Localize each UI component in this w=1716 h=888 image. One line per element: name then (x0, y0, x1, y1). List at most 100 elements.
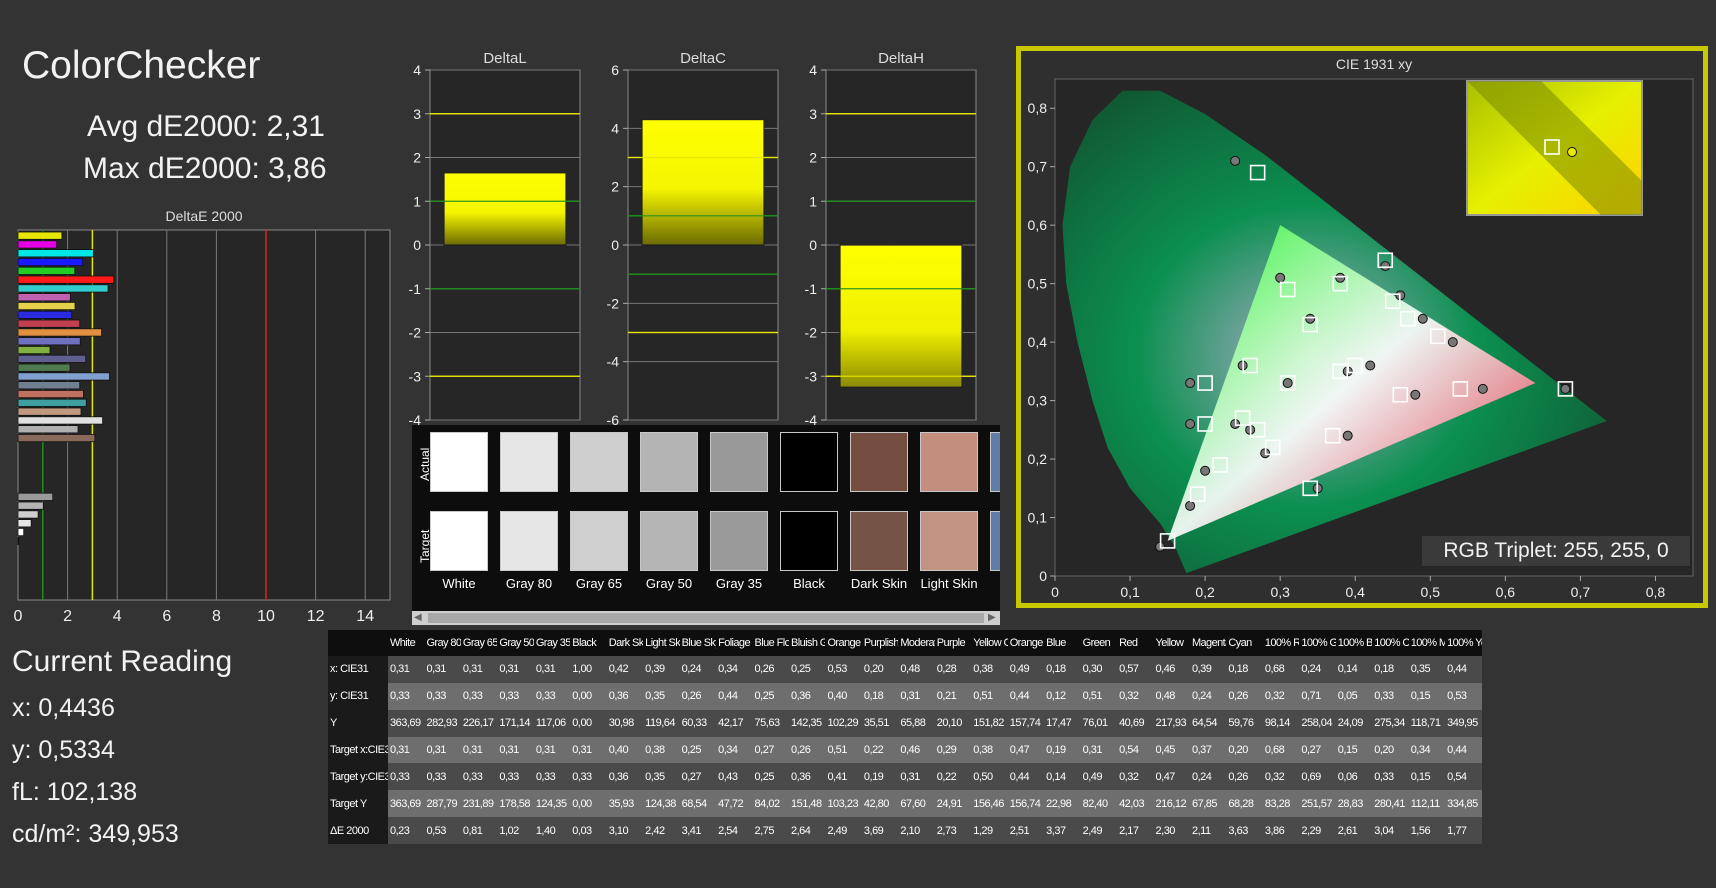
scroll-right-icon[interactable]: ▶ (988, 612, 998, 624)
table-cell: 0,27 (1299, 736, 1336, 764)
table-cell: 0,23 (388, 817, 425, 844)
table-cell: 0,48 (898, 656, 935, 683)
deltae-bar (17, 536, 20, 545)
table-cell: 258,04 (1299, 709, 1336, 737)
table-cell: 0,30 (1080, 656, 1118, 683)
table-cell: 17,47 (1044, 709, 1081, 737)
table-cell: 0,31 (497, 736, 534, 764)
table-cell: 0,53 (1445, 682, 1482, 710)
swatch-target (570, 511, 628, 571)
cie-x-tick-label: 0,4 (1346, 584, 1366, 600)
table-column-header: 100% Cyan (1372, 630, 1409, 656)
table-cell: 0,21 (934, 682, 972, 710)
table-cell: 0,19 (1044, 736, 1081, 764)
deltae-bar (17, 310, 73, 319)
table-cell: 0,20 (1372, 736, 1409, 764)
table-cell: 64,54 (1189, 709, 1227, 737)
table-cell: 40,69 (1117, 709, 1154, 737)
table-cell: 84,02 (752, 790, 789, 818)
table-cell: 0,36 (788, 763, 826, 791)
horizontal-scrollbar[interactable]: ◀ ▶ (412, 611, 1000, 625)
table-cell: 0,22 (861, 736, 899, 764)
table-cell: 157,74 (1007, 709, 1045, 737)
page-title: ColorChecker (22, 44, 261, 87)
table-cell: 3,41 (679, 817, 717, 844)
swatch-actual (570, 432, 628, 492)
cie-measured-point (1200, 465, 1211, 476)
table-cell: 0,39 (643, 656, 680, 683)
deltae-tick-label: 14 (356, 608, 374, 625)
table-cell: 0,15 (1408, 763, 1446, 791)
table-cell: 22,98 (1044, 790, 1081, 818)
table-cell: 68,54 (679, 790, 717, 818)
scroll-thumb[interactable] (428, 613, 984, 623)
swatch-name: Black (793, 576, 825, 591)
cie-measured-point (1185, 500, 1196, 511)
table-cell: 1,77 (1445, 817, 1482, 844)
table-cell: 0,69 (1299, 763, 1336, 791)
table-cell: 0,31 (424, 736, 461, 764)
cie-measured-point (1230, 155, 1241, 166)
deltah-tick-label: -4 (805, 412, 818, 426)
cie-x-tick-label: 0 (1051, 584, 1059, 600)
table-cell: 0,31 (388, 656, 425, 683)
cie-measured-point (1185, 418, 1196, 429)
deltal-tick-label: 2 (413, 150, 421, 166)
table-cell: 2,64 (788, 817, 826, 844)
table-cell: 0,40 (825, 682, 862, 710)
table-cell: 151,82 (971, 709, 1008, 737)
table-column-header: Magenta (1189, 630, 1227, 656)
table-cell: 1,56 (1408, 817, 1446, 844)
deltah-chart: DeltaH 4 3 2 1 0 -1 -2 -3 -4 (805, 50, 977, 426)
table-cell: 0,25 (788, 656, 826, 683)
table-cell: 0,54 (1445, 763, 1482, 791)
table-cell: 83,28 (1262, 790, 1300, 818)
table-cell: 0,33 (1372, 763, 1409, 791)
swatch-name: B (984, 576, 1000, 591)
table-cell: 0,34 (716, 656, 753, 683)
table-cell: 0,71 (1299, 682, 1336, 710)
table-cell: 0,25 (752, 763, 789, 791)
table-cell: 68,28 (1226, 790, 1263, 818)
table-cell: 0,22 (934, 763, 972, 791)
deltae-bar (17, 231, 63, 240)
scroll-left-icon[interactable]: ◀ (414, 612, 424, 624)
table-column-header: Gray 65 (460, 630, 498, 656)
table-cell: 363,69 (388, 790, 425, 818)
cie-frame: CIE 1931 xy 0 0,1 0,2 0,3 0,4 0,5 0,6 0,7 0,8 0 0,1… (1016, 46, 1708, 608)
deltal-tick-label: 0 (413, 237, 421, 253)
table-cell: 275,34 (1372, 709, 1409, 737)
table-cell: 0,42 (606, 656, 644, 683)
swatch-actual (500, 432, 558, 492)
table-cell: 0,81 (460, 817, 498, 844)
cie-measured-point (1560, 383, 1571, 394)
cie-title: CIE 1931 xy (1336, 56, 1412, 72)
table-cell: 0,33 (1372, 682, 1409, 710)
reading-fl: fL: 102,138 (12, 778, 138, 806)
deltae-bar (17, 416, 103, 425)
table-cell: 2,51 (1007, 817, 1045, 844)
deltah-tick-label: -2 (805, 325, 818, 341)
table-column-header: Gray 35 (533, 630, 571, 656)
reading-x: x: 0,4436 (12, 694, 115, 722)
table-cell: 0,50 (971, 763, 1008, 791)
table-cell: 0,38 (971, 736, 1008, 764)
swatch-actual (780, 432, 838, 492)
table-cell: 20,10 (934, 709, 972, 737)
swatch-name: Gray 80 (505, 576, 553, 591)
table-cell: 1,29 (971, 817, 1008, 844)
table-column-header: Purplish Blue (861, 630, 899, 656)
cie-y-tick-label: 0,2 (1028, 451, 1048, 467)
deltae-bar (17, 266, 76, 275)
table-cell: 0,47 (1007, 736, 1045, 764)
cie-y-tick-label: 0,7 (1028, 159, 1048, 175)
table-row-label: Target Y (328, 790, 388, 818)
table-cell: 0,00 (570, 709, 607, 737)
cie-y-tick-label: 0,8 (1028, 100, 1048, 116)
table-cell: 0,38 (971, 656, 1008, 683)
deltal-tick-label: -4 (409, 412, 422, 426)
table-cell: 0,51 (825, 736, 862, 764)
deltah-tick-label: 3 (809, 106, 817, 122)
cie-zoom-measured-point (1567, 147, 1577, 157)
table-cell: 3,10 (606, 817, 644, 844)
